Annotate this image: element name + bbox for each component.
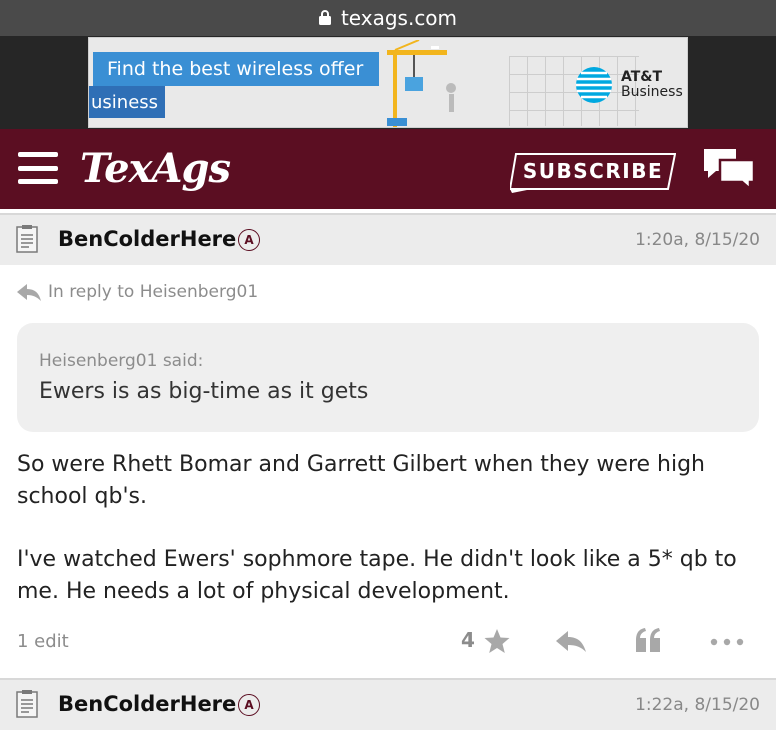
att-brand-line2: Business (621, 84, 683, 100)
post-header: BenColderHere A 1:22a, 8/15/20 (0, 678, 776, 730)
in-reply-to-text: In reply to Heisenberg01 (48, 282, 259, 302)
next-post-area (0, 730, 776, 750)
ad-strip: Find the best wireless offer usiness AT&… (0, 36, 776, 129)
att-globe-icon (576, 67, 612, 103)
post-paragraph: I've watched Ewers' sophmore tape. He di… (17, 547, 737, 604)
post-header: BenColderHere A 1:20a, 8/15/20 (0, 213, 776, 265)
quote-text: Ewers is as big-time as it gets (39, 379, 369, 404)
in-reply-to-link[interactable]: In reply to Heisenberg01 (16, 282, 258, 302)
ad-banner[interactable]: Find the best wireless offer usiness AT&… (88, 37, 688, 128)
post-author[interactable]: BenColderHere (58, 227, 236, 251)
star-icon[interactable] (483, 627, 511, 655)
edit-count-link[interactable]: 1 edit (17, 631, 69, 652)
browser-url-bar[interactable]: texags.com (0, 0, 776, 36)
reply-arrow-icon (17, 284, 41, 301)
star-count: 4 (461, 628, 475, 652)
author-badge: A (238, 229, 260, 251)
post-timestamp: 1:22a, 8/15/20 (635, 695, 760, 715)
quote-box: Heisenberg01 said: Ewers is as big-time … (17, 323, 759, 432)
subscribe-button[interactable]: SUBSCRIBE (510, 153, 676, 193)
att-brand-line1: AT&T (621, 69, 663, 85)
quote-author[interactable]: Heisenberg01 said: (39, 351, 203, 371)
reply-icon[interactable] (555, 629, 587, 653)
more-options-icon[interactable] (710, 638, 744, 646)
quote-icon[interactable] (634, 626, 662, 654)
site-header: TexAgs SUBSCRIBE (0, 129, 776, 209)
att-business-logo: AT&T Business (575, 66, 683, 104)
crane-illustration-icon (387, 40, 456, 127)
chat-bubbles-icon[interactable] (702, 147, 756, 191)
hamburger-menu-icon[interactable] (18, 152, 58, 184)
site-logo[interactable]: TexAgs (80, 145, 231, 192)
post-footer: 1 edit 4 (0, 620, 776, 664)
ad-business-text: usiness (89, 86, 165, 118)
post-paragraph: So were Rhett Bomar and Garrett Gilbert … (17, 452, 706, 509)
post-document-icon (16, 225, 38, 253)
url-text: texags.com (340, 6, 458, 30)
ad-offer-text: Find the best wireless offer (93, 52, 379, 86)
post-document-icon (16, 690, 38, 718)
author-badge: A (238, 694, 260, 716)
subscribe-label: SUBSCRIBE (522, 159, 664, 183)
post-body: So were Rhett Bomar and Garrett Gilbert … (17, 449, 762, 608)
post-author[interactable]: BenColderHere (58, 692, 236, 716)
post-timestamp: 1:20a, 8/15/20 (635, 230, 760, 250)
lock-icon (318, 10, 331, 25)
